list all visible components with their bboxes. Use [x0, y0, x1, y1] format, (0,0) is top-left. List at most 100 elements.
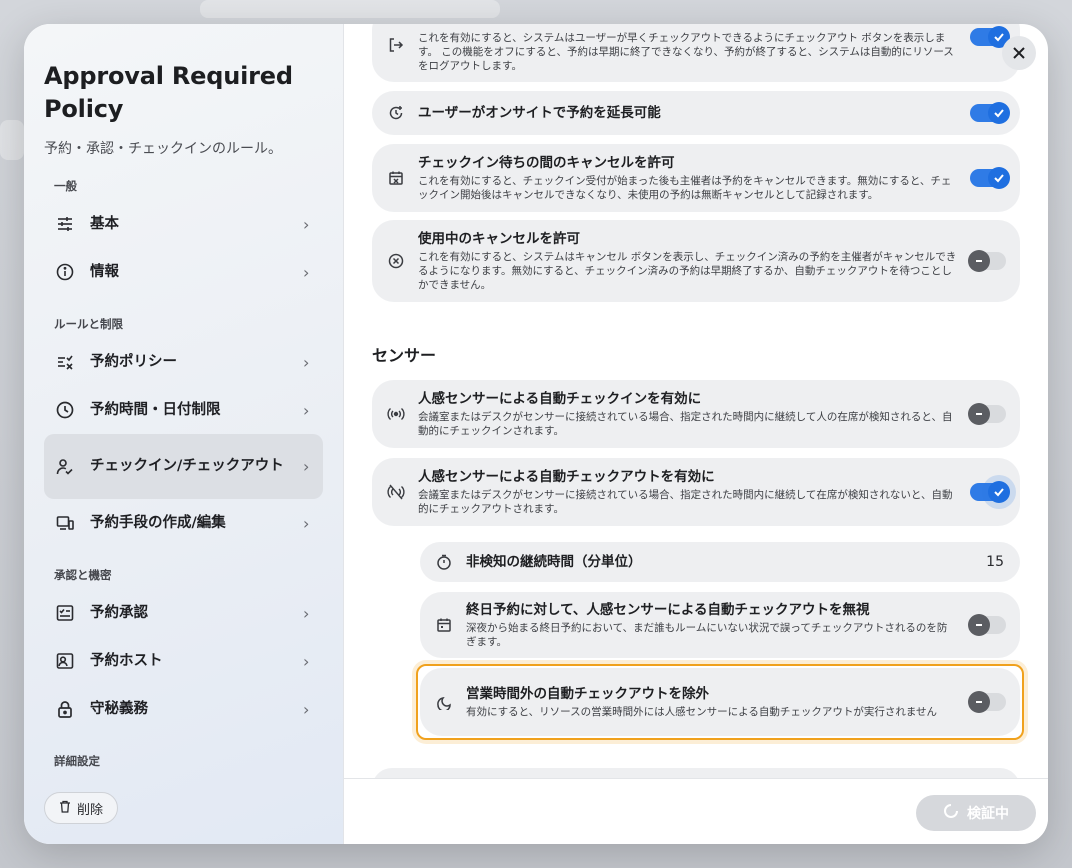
- circle-x-icon: [386, 253, 406, 269]
- setting-description: 深夜から始まる終日予約において、まだ誰もルームにいない状況で誤ってチェックアウト…: [466, 622, 948, 648]
- setting-description: これを有効にすると、システムはユーザーが早くチェックアウトできるようにチェックア…: [418, 32, 954, 72]
- setting-card-non-detect-duration: 非検知の継続時間（分単位） 15: [420, 542, 1020, 582]
- chevron-right-icon: ›: [303, 214, 310, 234]
- lock-icon: [54, 698, 76, 720]
- page-subtitle: 予約・承認・チェックインのルール。: [44, 141, 282, 157]
- setting-title: 終日予約に対して、人感センサーによる自動チェックアウトを無視: [466, 602, 870, 618]
- setting-description: 会議室またはデスクがセンサーに接続されている場合、指定された時間内に継続して在席…: [418, 489, 953, 515]
- toggle-cancel-in-use[interactable]: [968, 250, 1006, 272]
- toggle-sensor-checkin[interactable]: [968, 403, 1006, 425]
- person-check-icon: [54, 456, 76, 478]
- verify-button[interactable]: 検証中: [916, 795, 1036, 831]
- section-label-approval: 承認と機密: [54, 568, 112, 582]
- sidebar-item-label: 予約時間・日付制限: [90, 401, 221, 418]
- close-icon: [1012, 41, 1026, 65]
- minus-icon: [968, 250, 990, 272]
- chevron-right-icon: ›: [303, 400, 310, 420]
- setting-title: 人感センサーによる自動チェックインを有効に: [418, 391, 702, 407]
- sidebar-item-label: 予約手段の作成/編集: [90, 514, 226, 531]
- spinner-icon: [943, 803, 959, 823]
- sidebar-item-host[interactable]: 予約ホスト ›: [44, 637, 323, 685]
- toggle-cancel-waiting[interactable]: [970, 167, 1010, 189]
- chevron-right-icon: ›: [303, 603, 310, 623]
- check-icon: [988, 102, 1010, 124]
- minus-icon: [968, 403, 990, 425]
- chevron-right-icon: ›: [303, 513, 310, 533]
- delete-button[interactable]: 削除: [44, 792, 119, 824]
- sidebar-item-label: 予約ホスト: [90, 652, 163, 669]
- clock-icon: [54, 399, 76, 421]
- sidebar-item-label: 予約ポリシー: [90, 353, 177, 370]
- page-title: Approval Required Policy: [44, 62, 293, 123]
- setting-title: チェックイン待ちの間のキャンセルを許可: [418, 155, 675, 171]
- sensor-off-icon: [386, 484, 406, 500]
- chevron-right-icon: ›: [303, 457, 310, 476]
- toggle-early-checkout[interactable]: [970, 26, 1010, 48]
- duration-value[interactable]: 15: [986, 554, 1004, 570]
- setting-title: ユーザーがオンサイトで予約を延長可能: [418, 105, 661, 121]
- setting-title: 使用中のキャンセルを許可: [418, 231, 580, 247]
- checklist-icon: [54, 602, 76, 624]
- toggle-extend-onsite[interactable]: [970, 102, 1010, 124]
- section-heading-sensor: センサー: [372, 346, 437, 365]
- setting-card-cancel-in-use: 使用中のキャンセルを許可 これを有効にすると、システムはキャンセル ボタンを表示…: [372, 220, 1020, 302]
- setting-card-cancel-waiting: チェックイン待ちの間のキャンセルを許可 これを有効にすると、チェックイン受付が始…: [372, 144, 1020, 212]
- host-icon: [54, 650, 76, 672]
- setting-title: 非検知の継続時間（分単位）: [466, 554, 642, 570]
- setting-card-sensor-checkout: 人感センサーによる自動チェックアウトを有効に 会議室またはデスクがセンサーに接続…: [372, 458, 1020, 526]
- setting-card-extend-onsite: ユーザーがオンサイトで予約を延長可能: [372, 91, 1020, 135]
- toggle-sensor-checkout[interactable]: [970, 481, 1010, 503]
- sensor-icon: [386, 406, 406, 422]
- info-icon: [54, 261, 76, 283]
- list-check-icon: [54, 351, 76, 373]
- policy-modal: Approval Required Policy 予約・承認・チェックインのルー…: [24, 24, 1048, 844]
- logout-icon: [386, 37, 406, 53]
- section-label-rules: ルールと制限: [54, 317, 123, 331]
- calendar-icon: [434, 617, 454, 633]
- chevron-right-icon: ›: [303, 651, 310, 671]
- sidebar-item-basic[interactable]: 基本 ›: [44, 200, 323, 248]
- next-setting-card-peek: [372, 768, 1020, 778]
- sidebar-item-label: 守秘義務: [90, 700, 148, 717]
- footer-bar: 検証中: [344, 778, 1048, 844]
- setting-description: これを有効にすると、チェックイン受付が始まった後も主催者は予約をキャンセルできま…: [418, 175, 952, 201]
- chevron-right-icon: ›: [303, 699, 310, 719]
- chevron-right-icon: ›: [303, 262, 310, 282]
- section-label-general: 一般: [54, 179, 77, 193]
- settings-scroll-area[interactable]: これを有効にすると、システムはユーザーが早くチェックアウトできるようにチェックア…: [344, 24, 1048, 778]
- sidebar-item-label: 基本: [90, 215, 119, 232]
- focus-highlight-ring: [416, 664, 1024, 740]
- chevron-right-icon: ›: [303, 352, 310, 372]
- section-label-advanced: 詳細設定: [54, 754, 100, 768]
- check-icon: [988, 481, 1010, 503]
- setting-card-ignore-all-day: 終日予約に対して、人感センサーによる自動チェックアウトを無視 深夜から始まる終日…: [420, 592, 1020, 658]
- sidebar-item-checkin-checkout[interactable]: チェックイン/チェックアウト ›: [44, 434, 323, 499]
- extend-time-icon: [386, 105, 406, 121]
- setting-description: これを有効にすると、システムはキャンセル ボタンを表示し、チェックイン済みの予約…: [418, 251, 957, 291]
- toggle-ignore-all-day[interactable]: [968, 614, 1006, 636]
- sidebar-item-approval[interactable]: 予約承認 ›: [44, 589, 323, 637]
- close-button[interactable]: [1002, 36, 1036, 70]
- setting-card-early-checkout: これを有効にすると、システムはユーザーが早くチェックアウトできるようにチェックア…: [372, 24, 1020, 82]
- sidebar-item-time-limits[interactable]: 予約時間・日付制限 ›: [44, 386, 323, 434]
- check-icon: [988, 167, 1010, 189]
- sliders-icon: [54, 213, 76, 235]
- sidebar-item-label: チェックイン/チェックアウト: [90, 458, 284, 474]
- sidebar-item-booking-methods[interactable]: 予約手段の作成/編集 ›: [44, 499, 323, 547]
- trash-icon: [59, 800, 71, 817]
- verify-label: 検証中: [967, 806, 1009, 822]
- sidebar-item-confidentiality[interactable]: 守秘義務 ›: [44, 685, 323, 733]
- devices-icon: [54, 512, 76, 534]
- sidebar-item-label: 予約承認: [90, 604, 148, 621]
- sidebar-item-label: 情報: [90, 263, 119, 280]
- sidebar: Approval Required Policy 予約・承認・チェックインのルー…: [24, 24, 344, 844]
- delete-label: 削除: [77, 802, 104, 818]
- sidebar-item-booking-policy[interactable]: 予約ポリシー ›: [44, 338, 323, 386]
- setting-title: 人感センサーによる自動チェックアウトを有効に: [418, 469, 715, 485]
- main-panel: これを有効にすると、システムはユーザーが早くチェックアウトできるようにチェックア…: [344, 24, 1048, 844]
- sidebar-item-info[interactable]: 情報 ›: [44, 248, 323, 296]
- minus-icon: [968, 614, 990, 636]
- setting-card-sensor-checkin: 人感センサーによる自動チェックインを有効に 会議室またはデスクがセンサーに接続さ…: [372, 380, 1020, 448]
- timer-icon: [434, 554, 454, 570]
- calendar-x-icon: [386, 170, 406, 186]
